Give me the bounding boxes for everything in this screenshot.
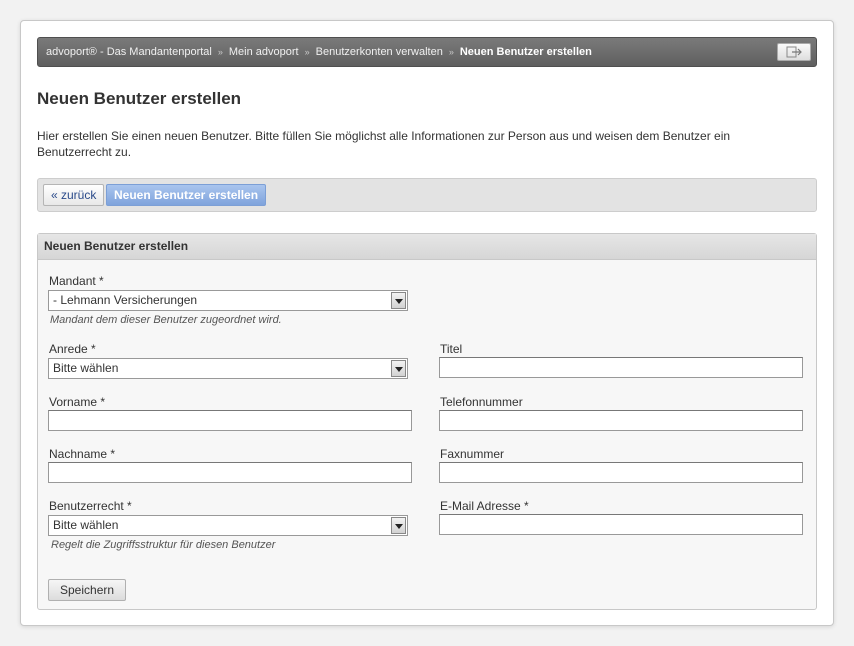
anrede-select[interactable]: Bitte wählen xyxy=(48,358,408,379)
fax-label: Faxnummer xyxy=(440,447,505,461)
breadcrumb-separator: » xyxy=(448,47,454,57)
logout-button[interactable] xyxy=(777,43,811,61)
anrede-dropdown-button[interactable] xyxy=(391,360,406,377)
titel-label: Titel xyxy=(440,342,463,356)
chevron-down-icon xyxy=(395,299,403,304)
vorname-label: Vorname * xyxy=(49,395,106,409)
breadcrumb-item-portal[interactable]: advoport® - Das Mandantenportal xyxy=(46,46,212,58)
chevron-down-icon xyxy=(395,524,403,529)
panel-title: Neuen Benutzer erstellen xyxy=(38,234,816,260)
action-toolbar: « zurück Neuen Benutzer erstellen xyxy=(37,178,817,212)
titel-field[interactable] xyxy=(439,357,803,378)
mandant-hint: Mandant dem dieser Benutzer zugeordnet w… xyxy=(50,314,282,326)
new-user-button[interactable]: Neuen Benutzer erstellen xyxy=(106,184,267,206)
breadcrumb-current: Neuen Benutzer erstellen xyxy=(459,46,592,58)
mandant-dropdown-button[interactable] xyxy=(391,292,406,309)
benutzerrecht-hint: Regelt die Zugriffsstruktur für diesen B… xyxy=(51,539,276,551)
breadcrumb-separator: » xyxy=(217,47,223,57)
email-field[interactable] xyxy=(439,514,803,535)
vorname-field[interactable] xyxy=(48,410,412,431)
benutzerrecht-label: Benutzerrecht * xyxy=(49,499,132,513)
breadcrumb-separator: » xyxy=(304,47,310,57)
anrede-select-value: Bitte wählen xyxy=(53,361,119,375)
fax-field[interactable] xyxy=(439,462,803,483)
benutzerrecht-dropdown-button[interactable] xyxy=(391,517,406,534)
benutzerrecht-select[interactable]: Bitte wählen xyxy=(48,515,408,536)
mandant-label: Mandant * xyxy=(49,274,104,288)
mandant-select[interactable]: - Lehmann Versicherungen xyxy=(48,290,408,311)
nachname-label: Nachname * xyxy=(49,447,116,461)
breadcrumb-item-benutzerkonten[interactable]: Benutzerkonten verwalten xyxy=(316,46,443,58)
breadcrumb: advoport® - Das Mandantenportal » Mein adv… xyxy=(46,38,592,66)
telefon-field[interactable] xyxy=(439,410,803,431)
form-panel: Neuen Benutzer erstellen Mandant * - Leh… xyxy=(37,233,817,610)
email-label: E-Mail Adresse * xyxy=(440,499,529,513)
mandant-select-value: - Lehmann Versicherungen xyxy=(53,293,198,307)
page-title: Neuen Benutzer erstellen xyxy=(37,89,242,108)
benutzerrecht-select-value: Bitte wählen xyxy=(53,518,119,532)
breadcrumb-item-mein-advoport[interactable]: Mein advoport xyxy=(229,46,299,58)
back-button[interactable]: « zurück xyxy=(43,184,105,206)
save-button[interactable]: Speichern xyxy=(48,579,127,601)
breadcrumb-bar: advoport® - Das Mandantenportal » Mein adv… xyxy=(37,37,817,67)
logout-icon xyxy=(786,46,802,58)
chevron-down-icon xyxy=(395,367,403,372)
nachname-field[interactable] xyxy=(48,462,412,483)
intro-text: Hier erstellen Sie einen neuen Benutzer.… xyxy=(37,129,731,159)
telefon-label: Telefonnummer xyxy=(440,395,523,409)
anrede-label: Anrede * xyxy=(49,342,96,356)
page-container: advoport® - Das Mandantenportal » Mein adv… xyxy=(20,20,834,626)
